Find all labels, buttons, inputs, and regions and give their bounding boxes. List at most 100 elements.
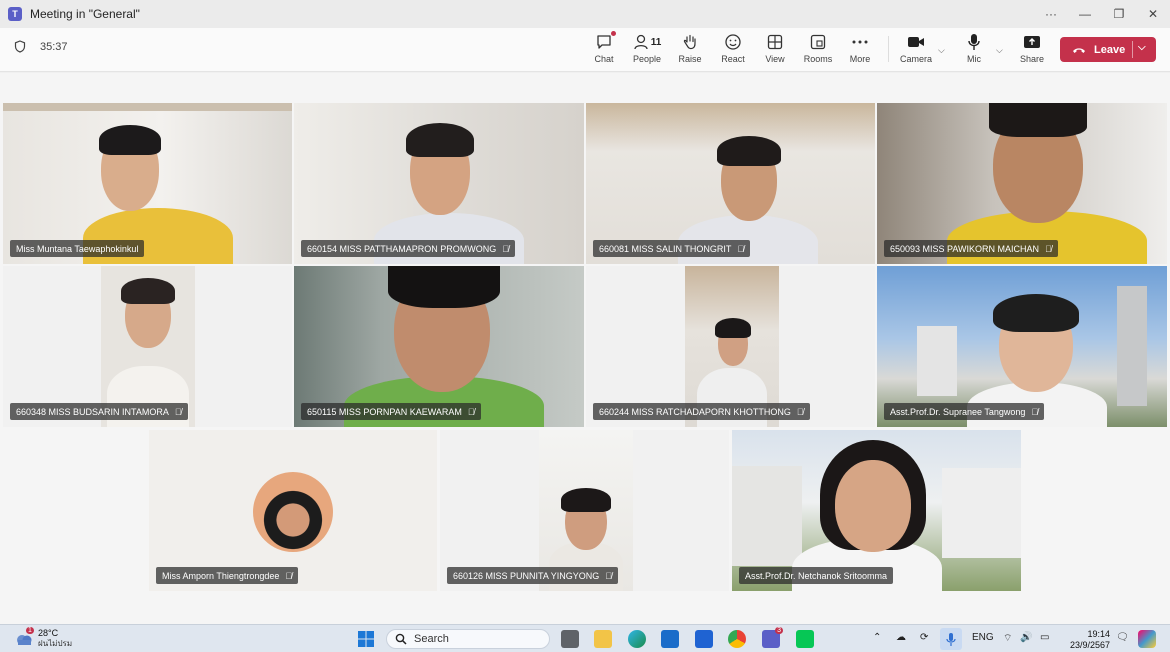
battery-icon[interactable]: ▭ xyxy=(1040,632,1049,643)
participant-name-tag: 660154 MISS PATTHAMAPRON PROMWONG 🎙̸ xyxy=(301,240,515,257)
taskbar-search-box[interactable]: Search xyxy=(386,629,550,649)
wifi-icon[interactable]: ⌔ xyxy=(1003,632,1012,645)
video-feed-building xyxy=(917,326,957,396)
sync-icon[interactable]: ⟳ xyxy=(920,632,928,643)
react-label: React xyxy=(721,54,745,64)
muted-mic-icon: 🎙̸ xyxy=(285,570,293,581)
window-more-button[interactable]: ··· xyxy=(1034,0,1068,28)
hand-icon xyxy=(683,34,696,50)
onedrive-cloud-icon[interactable]: ☁ xyxy=(896,632,906,643)
raise-hand-button[interactable]: Raise xyxy=(668,32,712,68)
participant-name: 660348 MISS BUDSARIN INTAMORA xyxy=(16,406,169,417)
video-feed-hair xyxy=(989,103,1087,137)
people-count: 11 xyxy=(650,36,662,48)
leave-button[interactable]: Leave ⌵ xyxy=(1060,37,1156,62)
clock-date: 23/9/2567 xyxy=(1069,640,1110,650)
more-button[interactable]: More xyxy=(838,32,882,68)
windows-taskbar: 28°C ฝนไม่ปรม 1 Search 3 ⌃ ☁ ⟳ ENG ⌔ 🔊 ▭… xyxy=(0,624,1170,652)
leave-options-chevron-icon[interactable]: ⌵ xyxy=(1138,42,1146,53)
mic-options-chevron-icon[interactable]: ⌵ xyxy=(996,45,1003,56)
copilot-icon[interactable] xyxy=(1138,630,1156,648)
participant-name-tag: 660244 MISS RATCHADAPORN KHOTTHONG 🎙̸ xyxy=(593,403,810,420)
participant-tile[interactable]: 650115 MISS PORNPAN KAEWARAM 🎙̸ xyxy=(294,266,584,427)
muted-mic-icon: 🎙̸ xyxy=(174,406,182,417)
participant-name: Miss Amporn Thiengtrongdee xyxy=(162,570,280,581)
participant-name: 650093 MISS PAWIKORN MAICHAN xyxy=(890,243,1040,254)
weather-badge: 1 xyxy=(26,627,34,634)
camera-options-chevron-icon[interactable]: ⌵ xyxy=(938,45,945,56)
volume-icon[interactable]: 🔊 xyxy=(1020,632,1032,643)
windows-start-icon[interactable] xyxy=(357,630,375,648)
file-explorer-icon[interactable] xyxy=(594,630,612,648)
notifications-icon[interactable]: 🗨 xyxy=(1116,632,1129,643)
participant-tile[interactable]: 660348 MISS BUDSARIN INTAMORA 🎙̸ xyxy=(3,266,292,427)
search-icon xyxy=(395,633,407,645)
participant-name-tag: Asst.Prof.Dr. Netchanok Sritoomma xyxy=(739,567,894,584)
participant-avatar xyxy=(253,472,333,552)
toolbar-divider xyxy=(888,36,889,62)
participant-name-tag: 660081 MISS SALIN THONGRIT 🎙̸ xyxy=(593,240,751,257)
video-feed-building xyxy=(1117,286,1147,406)
participant-tile[interactable]: 650093 MISS PAWIKORN MAICHAN 🎙̸ xyxy=(877,103,1167,264)
tray-overflow-chevron-icon[interactable]: ⌃ xyxy=(873,632,881,643)
window-controls: ··· — ❐ ✕ xyxy=(1034,0,1170,28)
microphone-icon xyxy=(968,34,980,50)
participant-tile[interactable]: Asst.Prof.Dr. Netchanok Sritoomma xyxy=(732,430,1021,591)
meeting-toolbar: 35:37 Chat 11 People Raise React View Ro… xyxy=(0,28,1170,72)
video-feed-ceiling xyxy=(3,103,292,111)
raise-label: Raise xyxy=(678,54,702,64)
camera-label: Camera xyxy=(899,54,932,64)
mic-in-use-indicator-icon[interactable] xyxy=(940,628,962,650)
participant-name-tag: 660126 MISS PUNNITA YINGYONG 🎙̸ xyxy=(447,567,618,584)
participant-tile[interactable]: Miss Muntana Taewaphokinkul xyxy=(3,103,292,264)
share-button[interactable]: Share xyxy=(1010,32,1054,68)
participant-tile[interactable]: 660244 MISS RATCHADAPORN KHOTTHONG 🎙̸ xyxy=(586,266,875,427)
leave-label: Leave xyxy=(1094,43,1126,56)
participant-tile[interactable]: 660154 MISS PATTHAMAPRON PROMWONG 🎙̸ xyxy=(294,103,584,264)
video-feed-hair xyxy=(993,294,1079,332)
more-label: More xyxy=(849,54,871,64)
people-icon xyxy=(634,34,648,50)
participant-tile[interactable]: 660126 MISS PUNNITA YINGYONG 🎙̸ xyxy=(440,430,729,591)
muted-mic-icon: 🎙̸ xyxy=(502,243,509,254)
video-feed-hair xyxy=(388,266,500,308)
people-button[interactable]: 11 People xyxy=(625,32,669,68)
participant-name: 650115 MISS PORNPAN KAEWARAM xyxy=(307,406,462,417)
video-feed-building xyxy=(732,466,802,566)
weather-widget[interactable]: 28°C ฝนไม่ปรม 1 xyxy=(14,627,72,649)
dropbox-icon[interactable] xyxy=(695,630,713,648)
teams-app-icon[interactable]: 3 xyxy=(762,627,783,648)
meeting-timer: 35:37 xyxy=(14,40,68,53)
window-restore-button[interactable]: ❐ xyxy=(1102,0,1136,28)
line-app-icon[interactable] xyxy=(796,630,814,648)
mic-button[interactable]: Mic xyxy=(952,32,996,68)
react-button[interactable]: React xyxy=(711,32,755,68)
participant-tile[interactable]: Miss Amporn Thiengtrongdee 🎙̸ xyxy=(149,430,437,591)
phone-hangup-icon xyxy=(1073,47,1085,53)
task-view-icon[interactable] xyxy=(561,630,579,648)
participant-tile[interactable]: Asst.Prof.Dr. Supranee Tangwong 🎙̸ xyxy=(877,266,1167,427)
chat-button[interactable]: Chat xyxy=(582,31,626,68)
timer-text: 35:37 xyxy=(40,40,68,53)
video-feed-hair xyxy=(121,278,175,304)
leave-divider xyxy=(1132,41,1133,58)
chrome-browser-icon[interactable] xyxy=(728,630,746,648)
participant-name: 660081 MISS SALIN THONGRIT xyxy=(599,243,732,254)
teams-logo-icon: T xyxy=(8,7,22,21)
camera-button[interactable]: Camera xyxy=(894,32,938,68)
input-language-indicator[interactable]: ENG xyxy=(972,632,994,643)
smiley-icon xyxy=(725,34,741,50)
edge-browser-icon[interactable] xyxy=(628,630,646,648)
participant-tile[interactable]: 660081 MISS SALIN THONGRIT 🎙̸ xyxy=(586,103,875,264)
window-close-button[interactable]: ✕ xyxy=(1136,0,1170,28)
view-button[interactable]: View xyxy=(753,32,797,68)
grid-view-icon xyxy=(767,34,783,50)
window-minimize-button[interactable]: — xyxy=(1068,0,1102,28)
rooms-button[interactable]: Rooms xyxy=(796,32,840,68)
participant-name-tag: 650093 MISS PAWIKORN MAICHAN 🎙̸ xyxy=(884,240,1058,257)
search-label: Search xyxy=(414,633,449,645)
weather-temperature: 28°C xyxy=(38,628,59,638)
window-title: Meeting in "General" xyxy=(30,7,140,21)
mail-icon[interactable] xyxy=(661,630,679,648)
system-clock[interactable]: 19:14 23/9/2567 xyxy=(1062,629,1110,651)
